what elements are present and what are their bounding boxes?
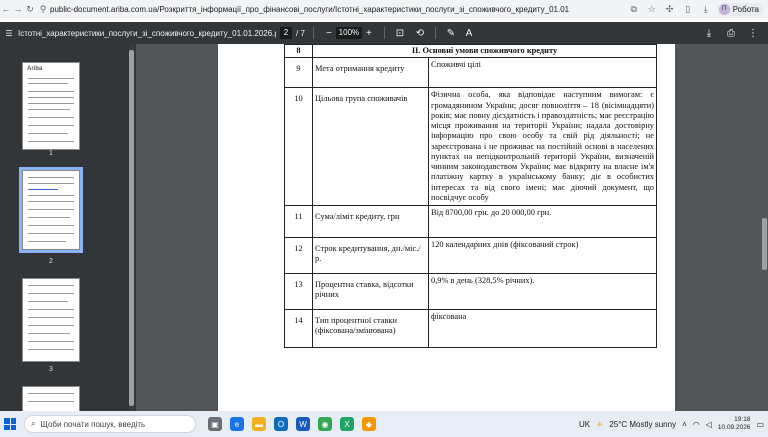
row-label: Строк кредитування, дн./міс./р. (312, 237, 429, 274)
volume-icon[interactable]: ◁ (706, 420, 712, 429)
rotate-icon[interactable]: ⟲ (413, 28, 427, 39)
taskbar-search-placeholder: Щоби почати пошук, введіть (40, 419, 146, 429)
row-number: 12 (284, 237, 313, 274)
row-value: фіксована (428, 309, 657, 348)
language-indicator[interactable]: UK (579, 420, 590, 429)
thumbnail-page-3[interactable] (22, 278, 80, 362)
thumbnail-page-1[interactable]: Ariba (22, 62, 80, 150)
zoom-in-button[interactable]: + (362, 28, 376, 39)
section-number: 8 (284, 44, 313, 59)
fit-page-icon[interactable]: ⊡ (393, 28, 407, 39)
chrome-icon[interactable]: ◉ (318, 417, 332, 431)
chevron-up-icon[interactable]: ˄ (682, 420, 687, 429)
edge-icon[interactable]: e (230, 417, 244, 431)
row-value: Споживчі цілі (428, 57, 657, 89)
table-row: 13 Процентна ставка, відсотки річних 0,9… (284, 273, 657, 310)
menu-icon[interactable]: ☰ (4, 29, 14, 38)
zoom-out-button[interactable]: − (322, 28, 336, 39)
notifications-icon[interactable]: ▭ (756, 420, 764, 429)
system-tray: UK ☀ 25°C Mostly sunny ˄ ◠ ◁ 19:18 10.09… (579, 416, 768, 432)
thumbnail-label-3: 3 (49, 366, 53, 373)
download-icon[interactable]: ⤓ (702, 28, 716, 39)
thumbnail-label-1: 1 (49, 150, 53, 157)
url-field[interactable]: public-document.ariba.com.ua/Розкриття_і… (50, 5, 570, 14)
weather-text[interactable]: 25°C Mostly sunny (609, 420, 676, 429)
credit-terms-table: 8 ІІ. Основні умови споживчого кредиту 9… (284, 44, 657, 348)
outlook-icon[interactable]: O (274, 417, 288, 431)
pdf-page: 8 ІІ. Основні умови споживчого кредиту 9… (218, 44, 675, 411)
taskbar-search[interactable]: ⌕ Щоби почати пошук, введіть (24, 415, 196, 433)
profile-label: Робота (732, 4, 759, 14)
pdf-viewer[interactable]: 8 ІІ. Основні умови споживчого кредиту 9… (136, 44, 768, 411)
toolbar-divider (434, 27, 436, 39)
section-title: ІІ. Основні умови споживчого кредиту (312, 44, 657, 59)
toolbar-divider (312, 27, 314, 39)
reload-icon[interactable]: ↻ (24, 4, 36, 15)
thumbnail-sidebar: Ariba 1 2 3 (0, 44, 136, 416)
document-scrollbar[interactable] (760, 44, 768, 411)
row-number: 13 (284, 273, 313, 310)
row-label: Цільова група споживачів (312, 87, 429, 206)
profile-button[interactable]: П Робота (716, 2, 764, 16)
clock[interactable]: 19:18 10.09.2026 (718, 416, 751, 432)
excel-icon[interactable]: X (340, 417, 354, 431)
zoom-input[interactable]: 100% (335, 27, 362, 39)
table-row: 9 Мета отримання кредиту Споживчі цілі (284, 57, 657, 89)
row-number: 14 (284, 309, 313, 348)
file-explorer-icon[interactable]: ▬ (252, 417, 266, 431)
text-annotation-icon[interactable]: A (462, 28, 476, 39)
annotate-pen-icon[interactable]: ✎ (444, 28, 458, 39)
table-row: 14 Тип процентної ставки (фіксована/змін… (284, 309, 657, 348)
clock-date: 10.09.2026 (717, 424, 751, 431)
document-scrollbar-thumb[interactable] (762, 218, 767, 270)
clock-time: 19:18 (734, 415, 751, 423)
table-row: 12 Строк кредитування, дн./міс./р. 120 к… (284, 237, 657, 274)
back-icon[interactable]: ← (0, 4, 12, 14)
start-button[interactable] (4, 418, 16, 430)
thumbnail-page-2[interactable] (19, 167, 83, 253)
taskbar-apps: ▣ e ▬ O W ◉ X ◆ (208, 417, 376, 431)
row-value: Від 8700,00 грн. до 20 000,00 грн. (428, 205, 657, 238)
thumbnail-scrollbar-thumb[interactable] (129, 50, 134, 406)
weather-icon: ☀ (596, 419, 604, 429)
page-number-input[interactable]: 2 (280, 27, 292, 39)
row-label: Мета отримання кредиту (312, 57, 429, 89)
task-view-icon[interactable]: ▣ (208, 417, 222, 431)
row-value: Фізична особа, яка відповідає наступним … (428, 87, 657, 206)
sidebar-icon[interactable]: ▯ (681, 4, 695, 15)
profile-avatar: П (718, 3, 730, 15)
forward-icon[interactable]: → (12, 4, 24, 14)
row-value: 120 календарних днів (фіксований строк) (428, 237, 657, 274)
site-info-icon[interactable]: ⚲ (36, 4, 50, 15)
more-options-icon[interactable]: ⋮ (746, 28, 760, 39)
word-icon[interactable]: W (296, 417, 310, 431)
open-in-app-icon[interactable]: ⧉ (627, 4, 641, 15)
browser-address-bar: ← → ↻ ⚲ public-document.ariba.com.ua/Роз… (0, 0, 768, 18)
page-total: / 7 (296, 28, 305, 38)
thumbnail-brand: Ariba (27, 66, 43, 72)
app-icon[interactable]: ◆ (362, 417, 376, 431)
row-number: 10 (284, 87, 313, 206)
extensions-icon[interactable]: ✣ (663, 4, 677, 15)
wifi-icon[interactable]: ◠ (693, 420, 700, 429)
download-icon[interactable]: ⤓ (699, 4, 713, 15)
thumbnail-scrollbar[interactable] (129, 44, 134, 411)
taskbar: ⌕ Щоби почати пошук, введіть ▣ e ▬ O W ◉… (0, 411, 768, 437)
row-label: Процентна ставка, відсотки річних (312, 273, 429, 310)
pdf-toolbar: ☰ Істотні_характеристики_послуги_зі_спож… (0, 22, 768, 44)
row-number: 11 (284, 205, 313, 238)
print-icon[interactable]: ⎙ (724, 28, 738, 39)
table-row: 11 Сума/ліміт кредиту, грн Від 8700,00 г… (284, 205, 657, 238)
thumbnail-label-2: 2 (49, 258, 53, 265)
document-title: Істотні_характеристики_послуги_зі_спожив… (18, 28, 276, 38)
table-row: 10 Цільова група споживачів Фізична особ… (284, 87, 657, 206)
row-label: Тип процентної ставки (фіксована/змінюва… (312, 309, 429, 348)
row-value: 0,9% в день (328,5% річних). (428, 273, 657, 310)
section-header-row: 8 ІІ. Основні умови споживчого кредиту (284, 44, 657, 59)
bookmark-star-icon[interactable]: ☆ (645, 4, 659, 15)
search-icon: ⌕ (31, 419, 36, 428)
row-number: 9 (284, 57, 313, 89)
row-label: Сума/ліміт кредиту, грн (312, 205, 429, 238)
toolbar-divider (383, 27, 385, 39)
